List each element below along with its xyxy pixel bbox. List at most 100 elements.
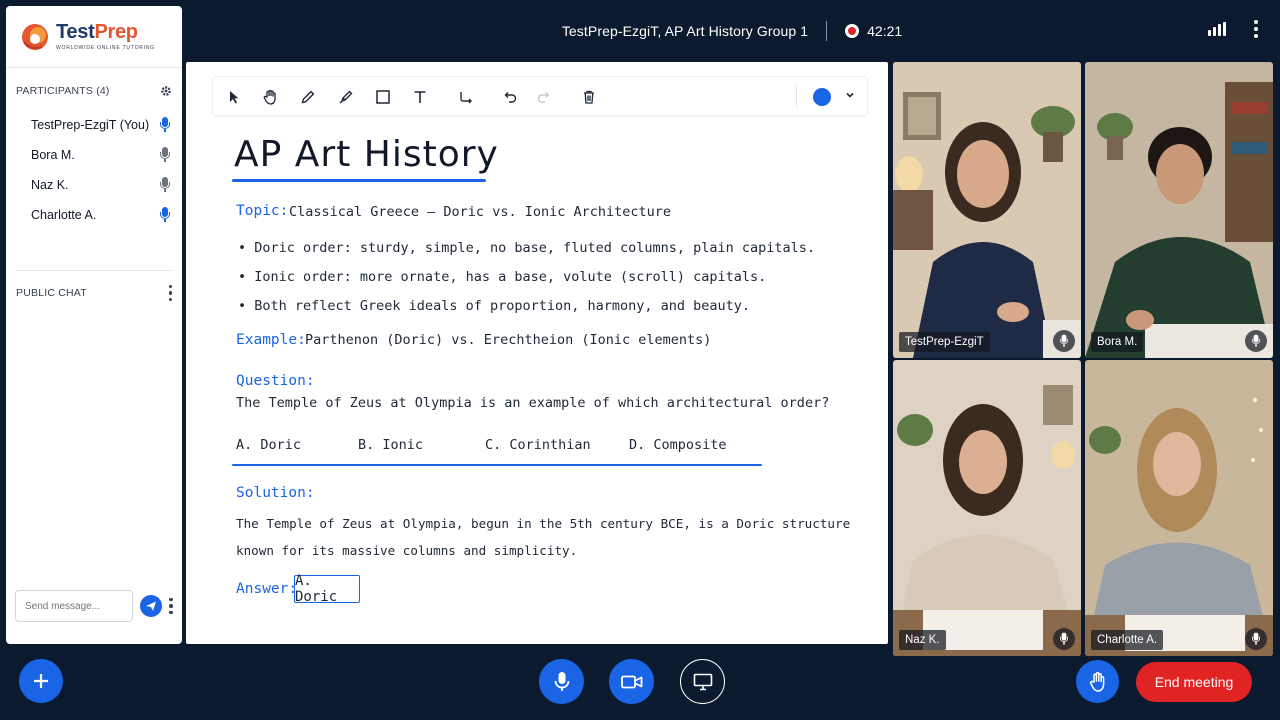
mic-icon[interactable]: [160, 177, 170, 193]
text-icon[interactable]: [411, 88, 429, 106]
add-button[interactable]: [19, 659, 63, 703]
question-text: The Temple of Zeus at Olympia is an exam…: [236, 395, 830, 411]
solution-label: Solution:: [236, 485, 315, 501]
testprep-logo-icon: [22, 23, 48, 50]
participants-title: PARTICIPANTS (4): [16, 85, 110, 97]
participant-name: Bora M.: [31, 148, 75, 162]
answer-option: B. Ionic: [358, 437, 424, 453]
toolbar-divider: [796, 86, 797, 108]
undo-icon[interactable]: [501, 88, 519, 106]
participant-name: Charlotte A.: [31, 208, 97, 222]
mic-icon: [1053, 628, 1075, 650]
video-tile[interactable]: TestPrep-EzgiT: [893, 62, 1081, 358]
chat-composer: [15, 590, 173, 622]
video-camera-icon: [620, 675, 642, 688]
hand-icon[interactable]: [261, 88, 279, 106]
topic-label: Topic:: [236, 203, 289, 219]
participant-row[interactable]: TestPrep-EzgiT (You): [6, 110, 182, 140]
participant-row[interactable]: Bora M.: [6, 140, 182, 170]
solution-text-line: The Temple of Zeus at Olympia, begun in …: [236, 516, 851, 531]
participant-name: TestPrep-EzgiT (You): [31, 118, 150, 132]
participant-video: [893, 62, 1081, 358]
microphone-button[interactable]: [539, 659, 584, 704]
video-tile[interactable]: Naz K.: [893, 360, 1081, 656]
more-options-icon[interactable]: [1254, 20, 1258, 38]
participants-header: PARTICIPANTS (4): [6, 84, 182, 98]
section-divider-line: [232, 464, 762, 466]
whiteboard-toolbar: [212, 76, 868, 116]
select-icon[interactable]: [225, 88, 243, 106]
board-title: AP Art History: [234, 134, 499, 175]
logo-brand-prefix: Test: [56, 21, 95, 43]
top-bar: TestPrep-EzgiT, AP Art History Group 1 4…: [184, 0, 1280, 62]
final-answer-box: A. Doric: [294, 573, 360, 605]
meeting-title: TestPrep-EzgiT, AP Art History Group 1: [561, 23, 809, 39]
participant-video: [1085, 62, 1273, 358]
answer-option: D. Composite: [629, 437, 727, 453]
participant-row[interactable]: Charlotte A.: [6, 200, 182, 230]
send-icon: [146, 601, 156, 611]
title-divider: [826, 21, 828, 41]
mic-icon[interactable]: [160, 207, 170, 223]
rectangle-icon[interactable]: [374, 88, 392, 106]
trash-icon[interactable]: [580, 88, 598, 106]
question-label: Question:: [236, 373, 315, 389]
send-message-button[interactable]: [140, 595, 162, 617]
logo: TestPrep WORLDWIDE ONLINE TUTORING: [6, 6, 182, 68]
raise-hand-button[interactable]: [1076, 660, 1119, 703]
pen-color-swatch[interactable]: [813, 88, 831, 106]
participant-name: Naz K.: [31, 178, 69, 192]
connector-icon[interactable]: [457, 88, 475, 106]
end-meeting-button[interactable]: End meeting: [1136, 662, 1252, 702]
raise-hand-icon: [1089, 671, 1104, 692]
example-label: Example:: [236, 332, 306, 348]
connection-stats-icon[interactable]: [1208, 22, 1226, 36]
whiteboard[interactable]: AP Art History Topic: Classical Greece —…: [186, 62, 888, 644]
answer-option: C. Corinthian: [485, 437, 591, 453]
chat-header: PUBLIC CHAT: [6, 284, 182, 302]
answer-option: A. Doric: [236, 437, 302, 453]
microphone-icon: [554, 671, 569, 691]
settings-gear-icon[interactable]: [160, 85, 172, 97]
mic-icon: [1245, 330, 1267, 352]
mic-icon[interactable]: [160, 147, 170, 163]
chat-title: PUBLIC CHAT: [16, 287, 87, 299]
chevron-down-icon[interactable]: [845, 90, 855, 100]
participant-name-tag: Charlotte A.: [1091, 630, 1164, 650]
bullet-item: • Ionic order: more ornate, has a base, …: [238, 269, 767, 285]
participants-list: TestPrep-EzgiT (You) Bora M. Naz K. Char…: [6, 110, 182, 230]
screen-share-icon: [693, 673, 712, 690]
participant-name-tag: TestPrep-EzgiT: [899, 332, 990, 352]
plus-icon: [34, 674, 48, 688]
chat-more-icon[interactable]: [169, 597, 173, 615]
meeting-timer: 42:21: [867, 23, 903, 39]
sidebar: TestPrep WORLDWIDE ONLINE TUTORING PARTI…: [6, 6, 182, 644]
example-text: Parthenon (Doric) vs. Erechtheion (Ionic…: [305, 332, 712, 348]
chat-options-icon[interactable]: [168, 284, 172, 302]
mic-icon[interactable]: [160, 117, 170, 133]
title-underline: [232, 179, 486, 182]
participant-name-tag: Naz K.: [899, 630, 946, 650]
record-icon: [845, 24, 860, 38]
logo-brand-suffix: Prep: [94, 21, 138, 43]
participant-row[interactable]: Naz K.: [6, 170, 182, 200]
sidebar-divider: [16, 270, 172, 271]
participant-video: [1085, 360, 1273, 656]
answer-label: Answer:: [236, 581, 298, 597]
video-tile[interactable]: Charlotte A.: [1085, 360, 1273, 656]
mic-icon: [1053, 330, 1075, 352]
redo-icon: [535, 88, 553, 106]
video-tile[interactable]: Bora M.: [1085, 62, 1273, 358]
mic-icon: [1245, 628, 1267, 650]
topic-text: Classical Greece — Doric vs. Ionic Archi…: [289, 204, 672, 220]
participant-name-tag: Bora M.: [1091, 332, 1144, 352]
chat-message-input[interactable]: [15, 590, 133, 622]
highlighter-icon[interactable]: [337, 88, 355, 106]
screen-share-button[interactable]: [680, 659, 725, 704]
logo-tagline: WORLDWIDE ONLINE TUTORING: [56, 45, 155, 51]
bullet-item: • Doric order: sturdy, simple, no base, …: [238, 240, 816, 256]
solution-text-line: known for its massive columns and simpli…: [236, 543, 578, 558]
participant-video: [893, 360, 1081, 656]
camera-button[interactable]: [609, 659, 654, 704]
pencil-icon[interactable]: [299, 88, 317, 106]
